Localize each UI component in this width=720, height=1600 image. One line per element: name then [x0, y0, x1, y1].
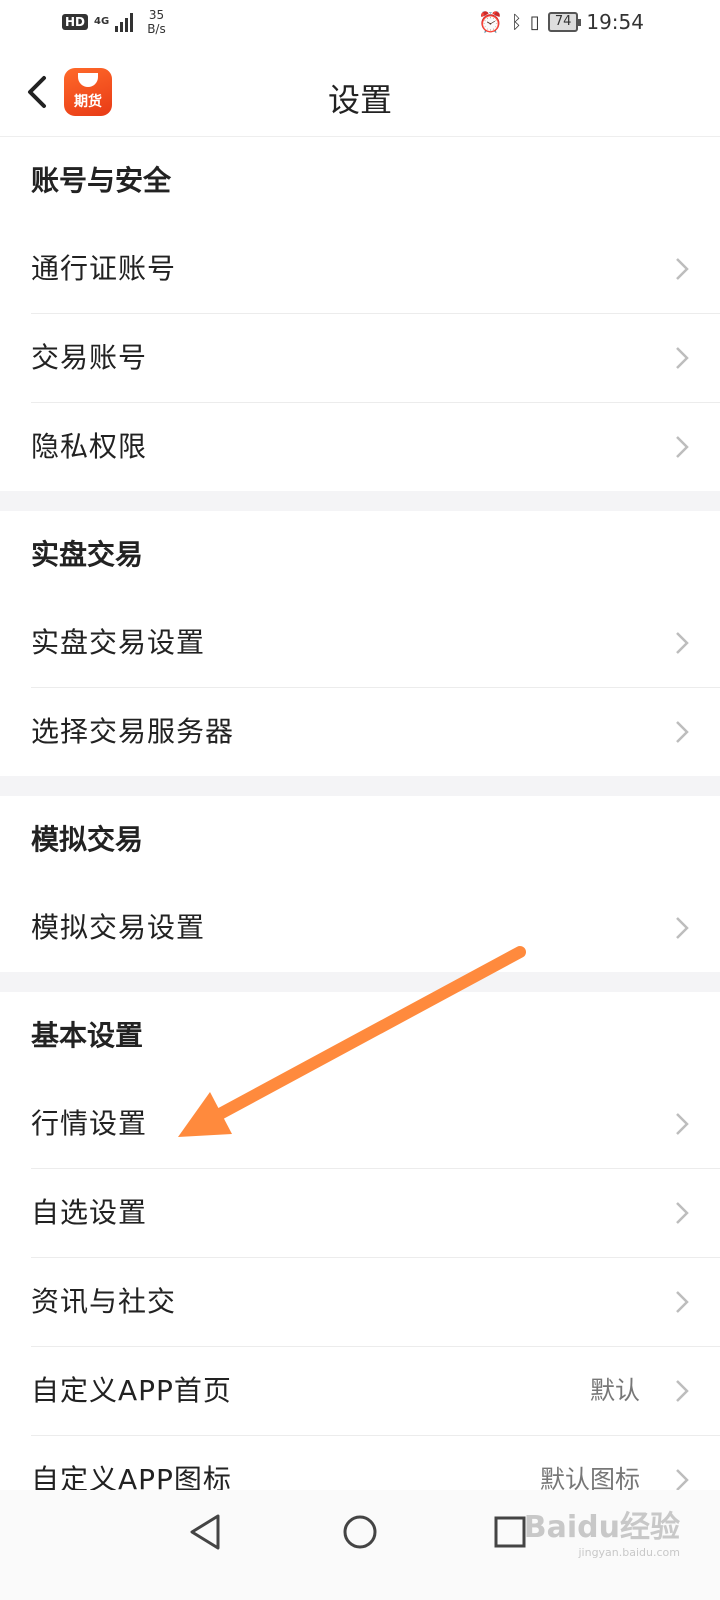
- settings-row-select-trading-server[interactable]: 选择交易服务器: [31, 687, 720, 776]
- watermark-url: jingyan.baidu.com: [578, 1546, 680, 1559]
- settings-row-live-trading-settings[interactable]: 实盘交易设置: [31, 599, 720, 687]
- chevron-right-icon: [676, 1202, 689, 1224]
- row-label: 隐私权限: [31, 430, 148, 463]
- chevron-right-icon: [676, 721, 689, 743]
- section-divider: [0, 972, 720, 992]
- row-label: 自选设置: [31, 1196, 148, 1229]
- row-label: 自定义APP首页: [31, 1374, 232, 1407]
- row-label: 选择交易服务器: [31, 715, 235, 748]
- settings-row-quote-settings[interactable]: 行情设置: [31, 1080, 720, 1168]
- row-label: 通行证账号: [31, 252, 177, 285]
- settings-row-trading-account[interactable]: 交易账号: [31, 313, 720, 402]
- baidu-watermark: Baidu经验 jingyan.baidu.com: [524, 1502, 680, 1559]
- hd-indicator: HD: [62, 14, 89, 30]
- settings-row-custom-homepage[interactable]: 自定义APP首页 默认: [31, 1346, 720, 1435]
- alarm-icon: ⏰: [478, 10, 504, 34]
- section-account-security: 账号与安全 通行证账号 交易账号 隐私权限: [0, 137, 720, 491]
- vibrate-icon: ▯: [529, 11, 540, 33]
- chevron-right-icon: [676, 258, 689, 280]
- chevron-right-icon: [676, 347, 689, 369]
- page-title: 设置: [327, 81, 392, 119]
- chevron-right-icon: [676, 917, 689, 939]
- section-title: 实盘交易: [31, 538, 144, 571]
- status-bar: HD 4G 35 B/s ⏰ ᛒ ▯ 74 19:54: [0, 0, 720, 50]
- watermark-brand: Baidu经验: [523, 1510, 680, 1545]
- chevron-right-icon: [676, 1380, 689, 1402]
- network-type: 4G: [94, 16, 110, 27]
- status-time: 19:54: [586, 10, 644, 34]
- chevron-right-icon: [676, 436, 689, 458]
- row-label: 模拟交易设置: [31, 911, 206, 944]
- battery-level: 74: [554, 14, 572, 29]
- speed-value: 35: [148, 8, 165, 22]
- settings-row-news-social[interactable]: 资讯与社交: [31, 1257, 720, 1346]
- section-divider: [0, 491, 720, 511]
- section-simulated-trading: 模拟交易 模拟交易设置: [0, 796, 720, 972]
- settings-row-watchlist-settings[interactable]: 自选设置: [31, 1168, 720, 1257]
- settings-row-privacy-permissions[interactable]: 隐私权限: [31, 402, 720, 491]
- row-label: 交易账号: [31, 341, 148, 374]
- network-speed: 35 B/s: [147, 8, 166, 36]
- section-divider: [0, 776, 720, 796]
- signal-icon: [115, 12, 134, 32]
- chevron-right-icon: [676, 632, 689, 654]
- row-value: 默认: [589, 1376, 640, 1405]
- chevron-right-icon: [676, 1113, 689, 1135]
- system-home-icon[interactable]: [338, 1510, 382, 1554]
- chevron-right-icon: [676, 1291, 689, 1313]
- section-title: 账号与安全: [31, 164, 172, 197]
- section-title: 基本设置: [31, 1019, 144, 1052]
- row-label: 行情设置: [31, 1107, 148, 1140]
- section-title: 模拟交易: [31, 823, 144, 856]
- section-live-trading: 实盘交易 实盘交易设置 选择交易服务器: [0, 511, 720, 776]
- row-label: 实盘交易设置: [31, 626, 206, 659]
- row-label: 资讯与社交: [31, 1285, 177, 1318]
- settings-list: 账号与安全 通行证账号 交易账号 隐私权限 实盘交易 实盘交易设置 选择交易服务…: [0, 137, 720, 1524]
- navigation-bar: 期货 设置: [0, 50, 720, 137]
- settings-row-passport-account[interactable]: 通行证账号: [31, 225, 720, 313]
- bluetooth-icon: ᛒ: [511, 11, 522, 33]
- speed-unit: B/s: [147, 22, 166, 36]
- section-basic-settings: 基本设置 行情设置 自选设置 资讯与社交 自定义APP首页 默认 自定义APP图…: [0, 992, 720, 1524]
- settings-row-simulated-trading-settings[interactable]: 模拟交易设置: [31, 884, 720, 972]
- battery-icon: 74: [547, 12, 581, 32]
- system-back-icon[interactable]: [184, 1510, 228, 1554]
